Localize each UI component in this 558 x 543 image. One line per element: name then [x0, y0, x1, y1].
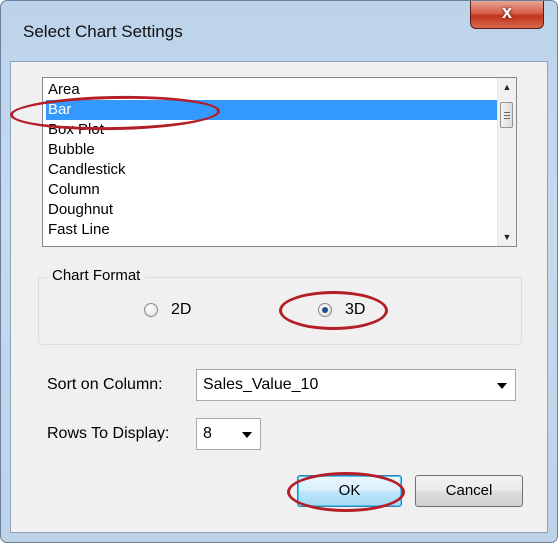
list-item-doughnut[interactable]: Doughnut [46, 200, 499, 220]
thumb-grip-line [504, 118, 510, 119]
cancel-button[interactable]: Cancel [415, 475, 523, 507]
sort-column-label: Sort on Column: [47, 376, 163, 393]
list-scrollbar[interactable]: ▲ ▼ [497, 78, 516, 246]
scroll-up-icon[interactable]: ▲ [498, 78, 516, 96]
rows-display-label: Rows To Display: [47, 425, 170, 442]
thumb-grip-line [504, 112, 510, 113]
chart-format-legend: Chart Format [47, 267, 146, 284]
sort-column-dropdown[interactable]: Sales_Value_10 [196, 369, 516, 401]
scroll-thumb[interactable] [500, 102, 513, 128]
list-item-column[interactable]: Column [46, 180, 499, 200]
close-icon: x [501, 2, 512, 22]
rows-display-value: 8 [203, 425, 212, 442]
radio-2d[interactable] [144, 303, 158, 317]
rows-display-dropdown[interactable]: 8 [196, 418, 261, 450]
annotation-ellipse-3d [279, 291, 388, 330]
sort-column-value: Sales_Value_10 [203, 376, 319, 393]
chevron-down-icon[interactable] [240, 419, 254, 449]
close-button[interactable]: x [470, 1, 544, 29]
radio-2d-label[interactable]: 2D [171, 301, 191, 319]
annotation-ellipse-ok [287, 472, 405, 512]
chevron-down-icon[interactable] [495, 370, 509, 400]
list-item-bubble[interactable]: Bubble [46, 140, 499, 160]
title-bar[interactable]: Select Chart Settings x [1, 1, 557, 61]
list-item-candlestick[interactable]: Candlestick [46, 160, 499, 180]
window-title: Select Chart Settings [23, 22, 183, 41]
thumb-grip-line [504, 115, 510, 116]
scroll-down-icon[interactable]: ▼ [498, 228, 516, 246]
list-item-fast-line[interactable]: Fast Line [46, 220, 499, 240]
